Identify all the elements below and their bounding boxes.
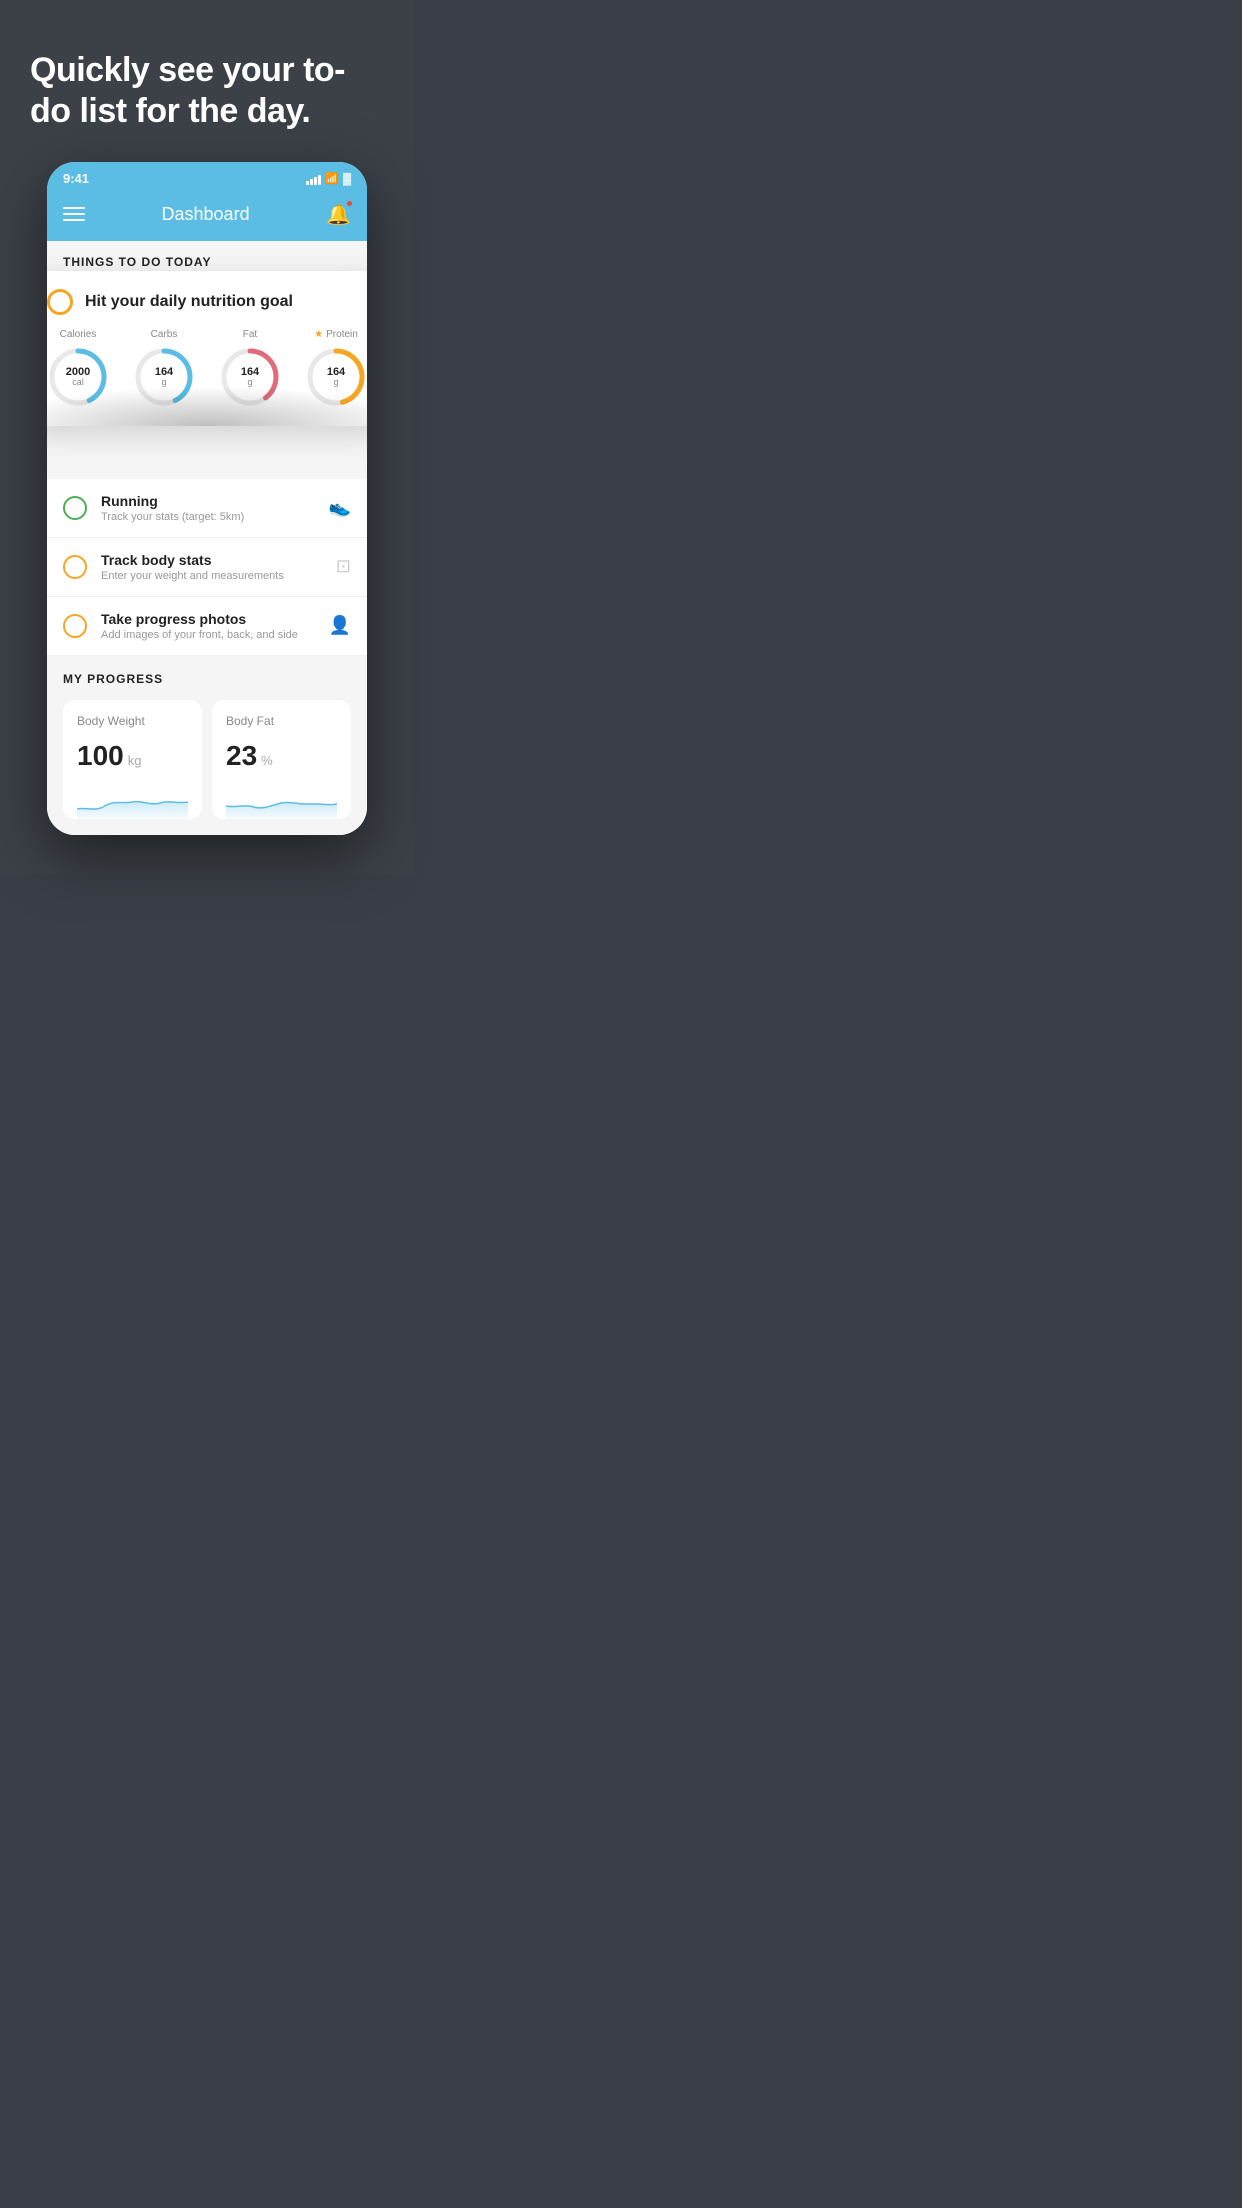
todo-running[interactable]: Running Track your stats (target: 5km) 👟 bbox=[47, 479, 367, 538]
notifications-button[interactable]: 🔔 bbox=[326, 202, 351, 227]
status-icons: 📶 ▓ bbox=[306, 172, 351, 185]
bell-icon: 🔔 bbox=[326, 204, 351, 226]
protein-value: 164 g bbox=[327, 366, 345, 388]
status-bar: 9:41 📶 ▓ bbox=[47, 162, 367, 192]
header-title: Dashboard bbox=[162, 204, 250, 225]
body-weight-chart bbox=[77, 784, 188, 819]
body-fat-value: 23 bbox=[226, 740, 257, 772]
body-weight-value-row: 100 kg bbox=[77, 740, 188, 772]
running-shoe-icon: 👟 bbox=[329, 497, 351, 518]
hero-section: Quickly see your to-do list for the day. bbox=[0, 0, 414, 162]
protein-star-icon: ★ bbox=[314, 329, 323, 340]
nutrition-goals: Calories 2000 cal bbox=[47, 329, 367, 408]
photos-check-circle[interactable] bbox=[63, 614, 87, 638]
status-time: 9:41 bbox=[63, 171, 89, 186]
protein-label: ★ Protein bbox=[314, 329, 358, 340]
photos-text: Take progress photos Add images of your … bbox=[101, 611, 315, 641]
fat-donut: 164 g bbox=[219, 346, 281, 408]
todo-progress-photos[interactable]: Take progress photos Add images of your … bbox=[47, 597, 367, 656]
calories-label: Calories bbox=[60, 329, 97, 340]
menu-button[interactable] bbox=[63, 207, 85, 221]
photos-subtitle: Add images of your front, back, and side bbox=[101, 629, 315, 641]
body-stats-title: Track body stats bbox=[101, 552, 322, 568]
phone-mockup: 9:41 📶 ▓ Dashboard 🔔 bbox=[47, 162, 367, 835]
goal-calories: Calories 2000 cal bbox=[47, 329, 109, 408]
photos-title: Take progress photos bbox=[101, 611, 315, 627]
nutrition-card-title: Hit your daily nutrition goal bbox=[85, 293, 293, 311]
running-check-circle[interactable] bbox=[63, 496, 87, 520]
body-weight-value: 100 bbox=[77, 740, 124, 772]
things-section-title: THINGS TO DO TODAY bbox=[63, 255, 351, 269]
body-stats-check-circle[interactable] bbox=[63, 555, 87, 579]
protein-donut: 164 g bbox=[305, 346, 367, 408]
progress-section-title: MY PROGRESS bbox=[63, 672, 351, 686]
calories-value: 2000 cal bbox=[66, 366, 90, 388]
body-weight-title: Body Weight bbox=[77, 714, 188, 728]
goal-protein: ★ Protein 164 g bbox=[305, 329, 367, 408]
todo-body-stats[interactable]: Track body stats Enter your weight and m… bbox=[47, 538, 367, 597]
nutrition-card: Hit your daily nutrition goal Calories bbox=[47, 271, 367, 426]
fat-value: 164 g bbox=[241, 366, 259, 388]
body-fat-chart bbox=[226, 784, 337, 819]
nutrition-check-circle[interactable] bbox=[47, 289, 73, 315]
running-title: Running bbox=[101, 493, 315, 509]
body-fat-card[interactable]: Body Fat 23 % bbox=[212, 700, 351, 819]
carbs-label: Carbs bbox=[151, 329, 178, 340]
app-body: THINGS TO DO TODAY Hit your daily nutrit… bbox=[47, 241, 367, 835]
person-icon: 👤 bbox=[329, 615, 351, 636]
running-subtitle: Track your stats (target: 5km) bbox=[101, 511, 315, 523]
body-fat-value-row: 23 % bbox=[226, 740, 337, 772]
body-weight-card[interactable]: Body Weight 100 kg bbox=[63, 700, 202, 819]
body-weight-unit: kg bbox=[128, 753, 142, 768]
battery-icon: ▓ bbox=[343, 173, 351, 185]
hero-title: Quickly see your to-do list for the day. bbox=[30, 50, 384, 132]
wifi-icon: 📶 bbox=[325, 172, 339, 185]
fat-label: Fat bbox=[243, 329, 257, 340]
body-fat-title: Body Fat bbox=[226, 714, 337, 728]
carbs-donut: 164 g bbox=[133, 346, 195, 408]
goal-fat: Fat 164 g bbox=[219, 329, 281, 408]
nutrition-card-header: Hit your daily nutrition goal bbox=[47, 289, 367, 315]
carbs-value: 164 g bbox=[155, 366, 173, 388]
todo-list: Running Track your stats (target: 5km) 👟… bbox=[47, 479, 367, 656]
app-header: Dashboard 🔔 bbox=[47, 192, 367, 241]
signal-icon bbox=[306, 173, 321, 185]
notification-badge bbox=[346, 200, 353, 207]
body-stats-subtitle: Enter your weight and measurements bbox=[101, 570, 322, 582]
body-fat-unit: % bbox=[261, 753, 273, 768]
goal-carbs: Carbs 164 g bbox=[133, 329, 195, 408]
calories-donut: 2000 cal bbox=[47, 346, 109, 408]
my-progress-section: MY PROGRESS Body Weight 100 kg bbox=[47, 656, 367, 835]
running-text: Running Track your stats (target: 5km) bbox=[101, 493, 315, 523]
progress-cards: Body Weight 100 kg bbox=[63, 700, 351, 819]
scale-icon: ⊡ bbox=[336, 556, 351, 577]
body-stats-text: Track body stats Enter your weight and m… bbox=[101, 552, 322, 582]
